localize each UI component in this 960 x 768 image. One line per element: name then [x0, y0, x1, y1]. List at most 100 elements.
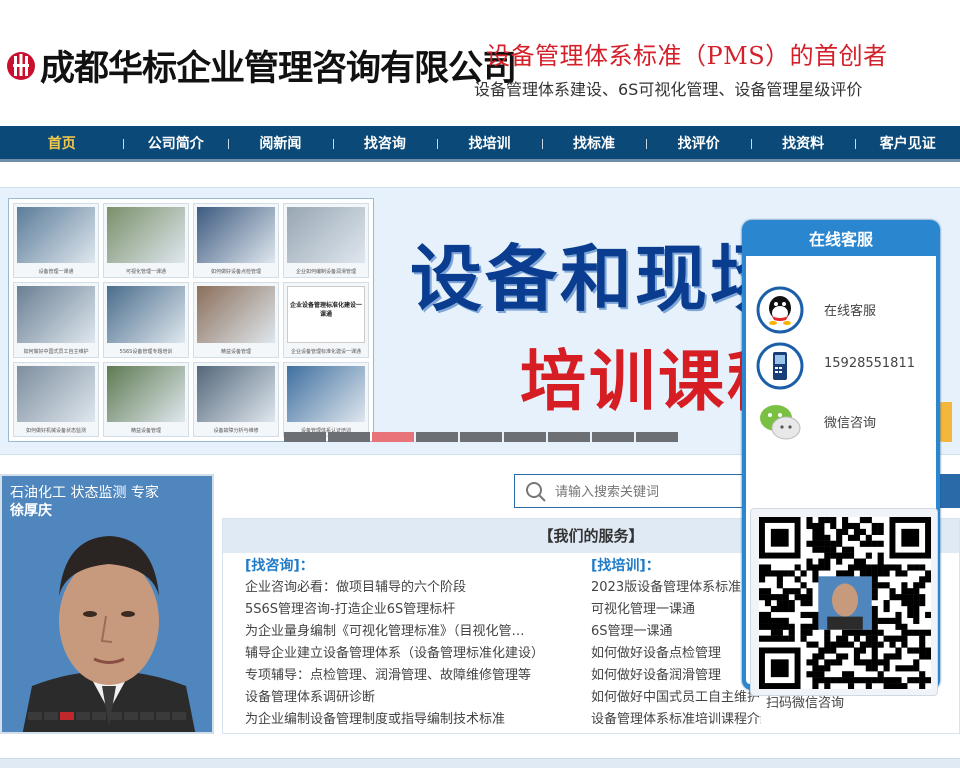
consulting-link[interactable]: 企业咨询必看：做项目辅导的六个阶段: [245, 577, 565, 599]
collage-thumbnail-caption: 可视化管理一课通: [125, 269, 166, 276]
slider-dot[interactable]: [28, 712, 42, 720]
collage-thumbnail: 企业设备管理标准化建设一课通 企业设备管理标准化建设一课通: [283, 282, 369, 358]
company-name: 成都华标企业管理咨询有限公司: [40, 48, 517, 89]
training-link[interactable]: 如何做好设备点检管理: [591, 643, 761, 665]
training-link[interactable]: 如何做好设备润滑管理: [591, 665, 761, 687]
collage-thumbnail-image: [197, 365, 275, 422]
collage-thumbnail-caption: 5S6S设备管理专题培训: [119, 348, 173, 355]
consulting-link[interactable]: 5S6S管理咨询-打造企业6S管理标杆: [245, 599, 565, 621]
search-icon[interactable]: [525, 481, 547, 503]
slogan-primary: 设备管理体系标准（PMS）的首创者: [486, 42, 888, 70]
collage-thumbnail: 设备管理一课通: [13, 203, 99, 279]
collage-thumbnail-caption: 设备故障分析与维修: [213, 428, 259, 434]
collage-thumbnail: 如何做好机械设备状态监测: [13, 361, 99, 437]
slider-dot[interactable]: [108, 712, 122, 720]
slider-dot[interactable]: [76, 712, 90, 720]
collage-thumbnail-image: [17, 365, 95, 422]
nav-item-training[interactable]: 找培训: [437, 126, 542, 162]
slider-dot[interactable]: [284, 432, 326, 442]
collage-thumbnail: 精益设备管理: [103, 361, 189, 437]
wechat-contact-row[interactable]: 微信咨询: [756, 398, 936, 448]
slider-dot[interactable]: [172, 712, 186, 720]
collage-thumbnail-caption: 精益设备管理: [130, 428, 161, 434]
online-service-body: 在线客服 15928551811 微信咨询 扫码微信咨询: [746, 256, 938, 711]
slider-dot[interactable]: [372, 432, 414, 442]
collage-thumbnail-image: [17, 207, 95, 264]
qr-caption: 扫码微信咨询: [766, 696, 845, 711]
collage-thumbnail-caption: 企业如何编制设备润滑管理: [295, 269, 356, 276]
company-logo-icon[interactable]: [6, 46, 36, 86]
slider-dot[interactable]: [548, 432, 590, 442]
consulting-link[interactable]: 专项辅导：点检管理、润滑管理、故障维修管理等: [245, 665, 565, 687]
slider-dot[interactable]: [504, 432, 546, 442]
collage-thumbnail: 企业如何编制设备润滑管理: [283, 203, 369, 279]
expert-slider-dots[interactable]: [28, 712, 186, 720]
wechat-qr-code[interactable]: [750, 508, 938, 696]
expert-card[interactable]: 石油化工 状态监测 专家 徐厚庆: [0, 474, 214, 734]
qq-contact-row[interactable]: 在线客服: [756, 286, 936, 336]
course-collage-image[interactable]: 设备管理一课通 可视化管理一课通 如何做好设备点检管理 企业如何编制设备润滑管理如何做…: [8, 198, 374, 442]
collage-thumbnail: 精益设备管理: [193, 282, 279, 358]
slider-dot[interactable]: [140, 712, 154, 720]
online-service-heading: 在线客服: [808, 230, 873, 249]
nav-item-resources[interactable]: 找资料: [750, 126, 856, 162]
collage-thumbnail-image: [287, 365, 365, 422]
nav-item-consulting[interactable]: 找咨询: [332, 126, 438, 162]
online-service-widget: 在线客服 在线客服 15928551811 微信咨询 扫码微信咨询: [742, 220, 940, 711]
collage-thumbnail-caption: 企业设备管理标准化建设一课通: [290, 348, 361, 355]
slider-dot[interactable]: [328, 432, 370, 442]
collage-thumbnail-image: [107, 207, 185, 264]
collage-thumbnail: 可视化管理一课通: [103, 203, 189, 279]
slider-dot[interactable]: [44, 712, 58, 720]
wechat-contact-label: 微信咨询: [824, 416, 877, 431]
slider-dot[interactable]: [636, 432, 678, 442]
training-link[interactable]: 可视化管理一课通: [591, 599, 761, 621]
consulting-link[interactable]: 为企业编制设备管理制度或指导编制技术标准: [245, 709, 565, 731]
consulting-column: [找咨询]： 企业咨询必看：做项目辅导的六个阶段 5S6S管理咨询-打造企业6S…: [245, 555, 565, 731]
slider-dot[interactable]: [156, 712, 170, 720]
slider-dot[interactable]: [416, 432, 458, 442]
consulting-link[interactable]: 为企业量身编制《可视化管理标准》（目视化管…: [245, 621, 565, 643]
nav-item-standards[interactable]: 找标准: [541, 126, 647, 162]
collage-doc-title: 企业设备管理标准化建设一课通: [289, 302, 362, 319]
collage-thumbnail-caption: 精益设备管理: [220, 348, 251, 355]
slider-dot[interactable]: [92, 712, 106, 720]
phone-contact-row[interactable]: 15928551811: [756, 342, 936, 392]
qr-center-avatar: [818, 576, 872, 630]
banner-slider-dots[interactable]: [284, 432, 678, 442]
collage-thumbnail-image: [107, 286, 185, 343]
site-header: 成都华标企业管理咨询有限公司 设备管理体系标准（PMS）的首创者 设备管理体系建…: [0, 0, 960, 126]
wechat-icon: [760, 405, 801, 440]
main-nav: 首页 公司简介 阅新闻 找咨询 找培训 找标准 找评价 找资料 客户见证: [0, 126, 960, 162]
collage-thumbnail-image: [107, 365, 185, 422]
collage-thumbnail-caption: 如何做好设备点检管理: [210, 269, 261, 276]
collage-thumbnail-image: 企业设备管理标准化建设一课通: [287, 286, 365, 343]
expert-name: 徐厚庆: [10, 503, 52, 519]
nav-item-testimonials[interactable]: 客户见证: [855, 126, 960, 162]
training-link[interactable]: 设备管理体系标准培训课程介绍: [591, 709, 761, 731]
nav-item-home[interactable]: 首页: [0, 126, 123, 162]
training-link[interactable]: 6S管理一课通: [591, 621, 761, 643]
slider-dot[interactable]: [460, 432, 502, 442]
training-link[interactable]: 2023版设备管理体系标准: [591, 577, 761, 599]
phone-icon: [756, 342, 804, 390]
collage-thumbnail-image: [197, 207, 275, 264]
search-input[interactable]: [555, 482, 745, 502]
slider-dot[interactable]: [592, 432, 634, 442]
nav-item-news[interactable]: 阅新闻: [228, 126, 333, 162]
slider-dot[interactable]: [60, 712, 74, 720]
nav-spacer: [0, 165, 960, 187]
consulting-link[interactable]: 设备管理体系调研诊断: [245, 687, 565, 709]
qq-contact-label: 在线客服: [824, 304, 877, 319]
collage-thumbnail: 如何做好设备点检管理: [193, 203, 279, 279]
training-link[interactable]: 如何做好中国式员工自主维护: [591, 687, 761, 709]
nav-item-about[interactable]: 公司简介: [123, 126, 228, 162]
collage-thumbnail: 5S6S设备管理专题培训: [103, 282, 189, 358]
nav-item-evaluation[interactable]: 找评价: [646, 126, 751, 162]
consulting-link[interactable]: 辅导企业建立设备管理体系（设备管理标准化建设）: [245, 643, 565, 665]
collage-thumbnail-caption: 设备管理一课通: [38, 269, 74, 276]
consulting-heading[interactable]: [找咨询]：: [245, 555, 565, 577]
slider-dot[interactable]: [124, 712, 138, 720]
training-heading[interactable]: [找培训]：: [591, 555, 761, 577]
training-column: [找培训]： 2023版设备管理体系标准 可视化管理一课通 6S管理一课通 如何…: [591, 555, 761, 731]
